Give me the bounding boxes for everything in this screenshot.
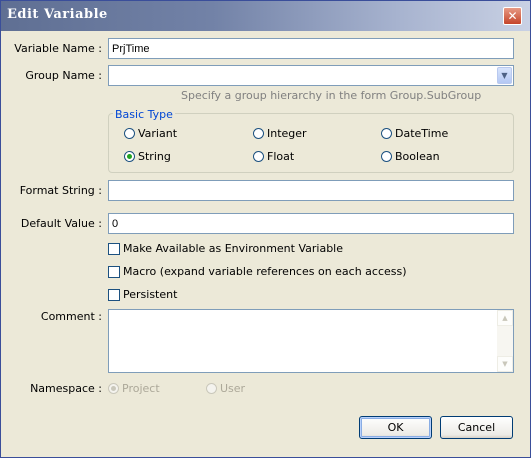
radio-integer-indicator <box>253 128 264 139</box>
cancel-button[interactable]: Cancel <box>440 416 513 439</box>
edit-variable-dialog: Edit Variable ✕ Variable Name : Group Na… <box>0 0 531 458</box>
radio-variant[interactable]: Variant <box>124 127 177 140</box>
persistent-checkbox-label: Persistent <box>123 288 178 301</box>
radio-datetime[interactable]: DateTime <box>381 127 448 140</box>
close-icon[interactable]: ✕ <box>503 7 522 25</box>
radio-user[interactable]: User <box>206 382 245 395</box>
radio-boolean-label: Boolean <box>395 150 440 163</box>
macro-checkbox[interactable]: Macro (expand variable references on eac… <box>108 265 407 278</box>
radio-string-label: String <box>138 150 171 163</box>
radio-project-label: Project <box>122 382 160 395</box>
radio-datetime-label: DateTime <box>395 127 449 140</box>
chevron-down-icon[interactable]: ▼ <box>497 67 512 84</box>
group-name-hint: Specify a group hierarchy in the form Gr… <box>181 89 482 102</box>
macro-checkbox-box <box>108 265 120 278</box>
radio-boolean[interactable]: Boolean <box>381 150 440 163</box>
radio-boolean-indicator <box>381 151 392 162</box>
title-bar[interactable]: Edit Variable ✕ <box>1 1 530 31</box>
basic-type-legend: Basic Type <box>113 108 175 121</box>
namespace-label: Namespace : <box>30 382 102 395</box>
group-name-combobox[interactable]: ▼ <box>108 65 514 86</box>
scroll-down-icon[interactable]: ▼ <box>497 356 513 372</box>
ok-button[interactable]: OK <box>359 416 432 439</box>
radio-string-indicator <box>124 151 135 162</box>
group-name-label: Group Name : <box>25 69 102 82</box>
env-variable-checkbox[interactable]: Make Available as Environment Variable <box>108 242 343 255</box>
radio-string[interactable]: String <box>124 150 171 163</box>
radio-float-indicator <box>253 151 264 162</box>
variable-name-label: Variable Name : <box>14 42 102 55</box>
radio-integer-label: Integer <box>267 127 307 140</box>
macro-checkbox-label: Macro (expand variable references on eac… <box>123 265 407 278</box>
persistent-checkbox[interactable]: Persistent <box>108 288 177 301</box>
comment-label: Comment : <box>40 310 102 323</box>
basic-type-groupbox <box>108 113 514 173</box>
variable-name-input[interactable] <box>108 38 514 59</box>
radio-project-indicator <box>108 383 119 394</box>
format-string-label: Format String : <box>19 184 102 197</box>
radio-user-label: User <box>220 382 246 395</box>
radio-integer[interactable]: Integer <box>253 127 307 140</box>
format-string-input[interactable] <box>108 180 514 201</box>
persistent-checkbox-box <box>108 288 120 301</box>
radio-float[interactable]: Float <box>253 150 294 163</box>
radio-variant-label: Variant <box>138 127 178 140</box>
env-variable-checkbox-box <box>108 242 120 255</box>
env-variable-checkbox-label: Make Available as Environment Variable <box>123 242 343 255</box>
comment-scrollbar[interactable]: ▲ ▼ <box>497 310 513 372</box>
default-value-label: Default Value : <box>20 217 102 230</box>
radio-datetime-indicator <box>381 128 392 139</box>
default-value-input[interactable] <box>108 213 514 234</box>
radio-variant-indicator <box>124 128 135 139</box>
scroll-up-icon[interactable]: ▲ <box>497 310 513 326</box>
radio-project[interactable]: Project <box>108 382 160 395</box>
comment-textarea[interactable]: ▲ ▼ <box>108 309 514 373</box>
radio-user-indicator <box>206 383 217 394</box>
radio-float-label: Float <box>267 150 295 163</box>
window-title: Edit Variable <box>7 7 108 22</box>
